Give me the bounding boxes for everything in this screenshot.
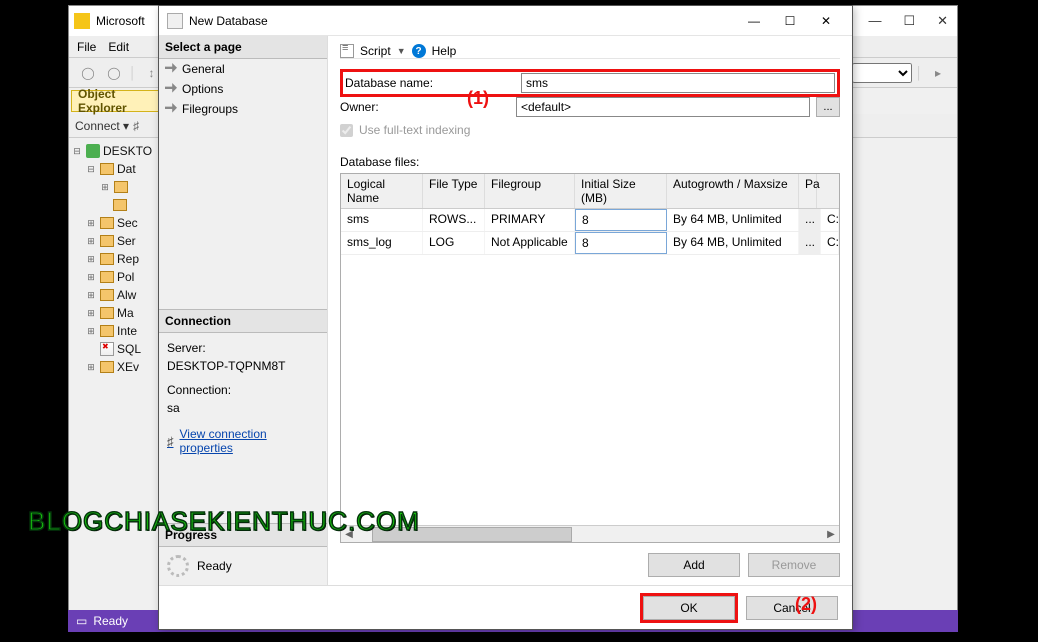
toolbar-btn[interactable]: ▸ <box>927 62 949 84</box>
dialog-close-button[interactable]: ✕ <box>808 7 844 35</box>
connect-dropdown[interactable]: Connect ▾ <box>75 119 129 133</box>
menu-file[interactable]: File <box>77 40 96 54</box>
remove-button: Remove <box>748 553 840 577</box>
grid-row[interactable]: sms ROWS... PRIMARY 8 By 64 MB, Unlimite… <box>341 209 839 232</box>
script-dropdown[interactable]: ▼ <box>397 46 406 56</box>
folder-icon <box>100 271 114 283</box>
dbname-label: Database name: <box>345 76 515 90</box>
toolbar-select[interactable] <box>852 63 912 83</box>
menu-edit[interactable]: Edit <box>108 40 129 54</box>
wrench-icon <box>165 83 177 95</box>
wrench-icon <box>165 103 177 115</box>
sidebar-page-filegroups[interactable]: Filegroups <box>159 99 327 119</box>
watermark: BLOGCHIASEKIENTHUC.COM <box>28 506 420 537</box>
owner-row: Owner: ... <box>340 97 840 117</box>
dialog-maximize-button[interactable]: ☐ <box>772 7 808 35</box>
connection-header: Connection <box>159 309 327 333</box>
grid-header-path[interactable]: Pa <box>799 174 817 208</box>
ssms-icon <box>74 13 90 29</box>
grid-header-autogrowth[interactable]: Autogrowth / Maxsize <box>667 174 799 208</box>
connection-label: Connection: <box>167 381 319 399</box>
dbname-input[interactable] <box>521 73 835 93</box>
ok-button[interactable]: OK <box>643 596 735 620</box>
fulltext-checkbox <box>340 124 353 137</box>
folder-icon <box>114 181 128 193</box>
help-button[interactable]: Help <box>432 44 457 58</box>
sql-agent-icon <box>100 342 114 356</box>
dbname-row: Database name: <box>340 69 840 97</box>
scroll-right-icon[interactable]: ▶ <box>823 529 839 540</box>
view-connection-properties-link[interactable]: ♯View connection properties <box>159 423 327 459</box>
dialog-icon <box>167 13 183 29</box>
connection-value: sa <box>167 399 319 417</box>
folder-icon <box>113 199 127 211</box>
autogrowth-ellipsis-button[interactable]: ... <box>799 232 821 254</box>
cancel-button[interactable]: Cancel <box>746 596 838 620</box>
status-text: Ready <box>93 614 128 628</box>
sidebar-page-options[interactable]: Options <box>159 79 327 99</box>
folder-icon <box>100 307 114 319</box>
object-explorer-header: Object Explorer <box>71 90 167 112</box>
owner-browse-button[interactable]: ... <box>816 97 840 117</box>
maximize-button[interactable]: ☐ <box>899 11 919 31</box>
connect-icon[interactable]: ♯ <box>133 119 139 133</box>
nav-back-button[interactable]: ◯ <box>77 62 99 84</box>
server-icon <box>86 144 100 158</box>
grid-header-initialsize[interactable]: Initial Size (MB) <box>575 174 667 208</box>
script-button[interactable]: Script <box>360 44 391 58</box>
add-button[interactable]: Add <box>648 553 740 577</box>
dialog-sidebar: Select a page General Options Filegroups… <box>159 36 328 585</box>
folder-icon <box>100 235 114 247</box>
folder-icon <box>100 163 114 175</box>
fulltext-label: Use full-text indexing <box>359 123 470 137</box>
sidebar-page-general[interactable]: General <box>159 59 327 79</box>
folder-icon <box>100 217 114 229</box>
status-icon: ▭ <box>76 614 87 628</box>
select-page-header: Select a page <box>159 36 327 59</box>
wrench-icon <box>165 63 177 75</box>
folder-icon <box>100 253 114 265</box>
dialog-title: New Database <box>189 14 736 28</box>
close-button[interactable]: ✕ <box>933 11 952 31</box>
help-icon: ? <box>412 44 426 58</box>
progress-spinner-icon <box>167 555 189 577</box>
dialog-minimize-button[interactable]: — <box>736 7 772 35</box>
owner-input[interactable] <box>516 97 810 117</box>
grid-header-logicalname[interactable]: Logical Name <box>341 174 423 208</box>
database-files-grid[interactable]: Logical Name File Type Filegroup Initial… <box>340 173 840 543</box>
dialog-content: Script ▼ ? Help Database name: Owner: ..… <box>328 36 852 585</box>
dialog-titlebar: New Database — ☐ ✕ <box>159 6 852 36</box>
grid-row[interactable]: sms_log LOG Not Applicable 8 By 64 MB, U… <box>341 232 839 255</box>
annotation-1: (1) <box>467 88 489 109</box>
dialog-footer: OK Cancel <box>159 585 852 629</box>
annotation-2: (2) <box>795 594 817 615</box>
server-label: Server: <box>167 339 319 357</box>
script-icon <box>340 44 354 58</box>
folder-icon <box>100 361 114 373</box>
folder-icon <box>100 289 114 301</box>
progress-status: Ready <box>197 559 232 573</box>
plug-icon: ♯ <box>167 434 174 449</box>
grid-header-filegroup[interactable]: Filegroup <box>485 174 575 208</box>
server-value: DESKTOP-TQPNM8T <box>167 357 319 375</box>
grid-header-filetype[interactable]: File Type <box>423 174 485 208</box>
database-files-label: Database files: <box>340 155 840 169</box>
nav-forward-button[interactable]: ◯ <box>103 62 125 84</box>
folder-icon <box>100 325 114 337</box>
autogrowth-ellipsis-button[interactable]: ... <box>799 209 821 231</box>
minimize-button[interactable]: — <box>864 11 885 31</box>
